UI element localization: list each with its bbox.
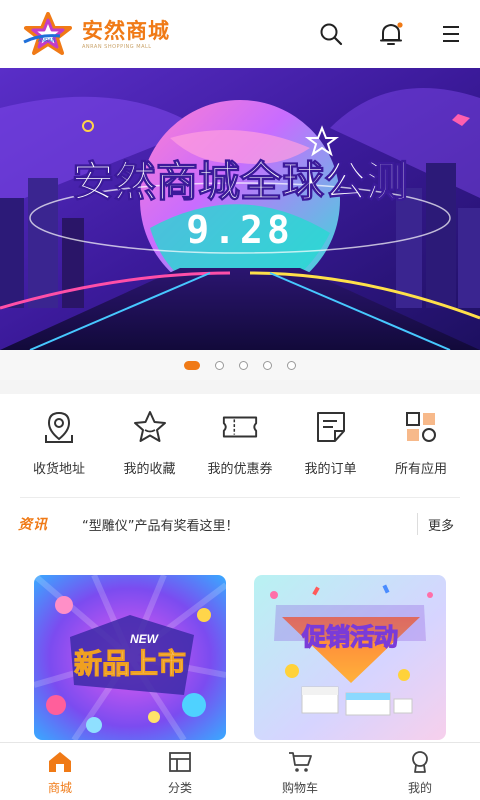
star-icon	[133, 411, 166, 442]
quick-menu: 收货地址 我的收藏 我的优惠券 我的订单 所有应用	[14, 408, 466, 488]
promo-title: 新品上市	[74, 647, 186, 680]
logo-subtitle: ANRAN SHOPPING MALL	[82, 43, 152, 50]
notification-button[interactable]	[378, 21, 404, 47]
sales-artwork: 促销活动	[254, 575, 446, 740]
quick-item-label: 我的订单	[304, 462, 357, 477]
notification-dot	[397, 22, 403, 28]
menu-icon	[443, 26, 459, 42]
carousel-dot[interactable]	[239, 360, 248, 370]
banner-date: 9.28	[186, 208, 294, 252]
carousel-dot[interactable]	[263, 360, 272, 370]
nav-tab-profile[interactable]: 我的	[360, 743, 480, 800]
quick-item-label: 我的收藏	[123, 462, 176, 477]
location-pin-icon	[45, 411, 73, 443]
nav-tab-category[interactable]: 分类	[120, 743, 240, 800]
bottom-nav: 商城 分类 购物车 我的	[0, 742, 480, 800]
nav-label: 我的	[407, 781, 432, 795]
quick-item-label: 所有应用	[394, 462, 447, 477]
carousel-indicator	[0, 350, 480, 380]
profile-icon	[412, 751, 428, 773]
news-ticker[interactable]: 资讯 “型雕仪”产品有奖看这里！ 更多	[0, 507, 480, 541]
divider	[20, 497, 460, 498]
promo-banner[interactable]: 安然商城全球公测 9.28	[0, 68, 480, 350]
banner-headline: 安然商城全球公测	[72, 157, 408, 206]
svg-text:ANRAN: ANRAN	[38, 38, 56, 44]
promo-card-sales[interactable]: 促销活动	[254, 575, 446, 740]
banner-artwork: 安然商城全球公测 9.28	[0, 68, 480, 350]
cart-icon	[289, 752, 312, 772]
promo-title: 促销活动	[301, 623, 398, 651]
nav-tab-home[interactable]: 商城	[0, 743, 120, 800]
news-tag: 资讯	[18, 517, 48, 533]
carousel-dot[interactable]	[215, 360, 224, 370]
news-separator	[417, 513, 418, 535]
apps-icon	[406, 412, 436, 442]
nav-tab-cart[interactable]: 购物车	[240, 743, 360, 800]
coupon-icon	[222, 416, 258, 438]
nav-label: 分类	[167, 781, 192, 795]
news-more-link[interactable]: 更多	[428, 515, 454, 534]
app-screen: ANRAN 安然商城 ANRAN SHOPPING MALL 安然商城全球公测 …	[0, 0, 480, 800]
new-arrivals-artwork: 新品上市 NEW	[34, 575, 226, 740]
category-icon	[169, 752, 191, 772]
order-icon	[316, 412, 345, 442]
section-gap	[0, 380, 480, 394]
carousel-dot[interactable]	[184, 360, 200, 370]
home-icon	[49, 752, 71, 772]
star-logo-icon: ANRAN	[23, 12, 72, 55]
news-headline[interactable]: “型雕仪”产品有奖看这里！	[82, 515, 238, 534]
promo-card-new-arrivals[interactable]: 新品上市 NEW	[34, 575, 226, 740]
quick-item-label: 我的优惠券	[207, 462, 273, 477]
quick-item-coupons[interactable]: 我的优惠券	[195, 408, 285, 488]
quick-item-favorites[interactable]: 我的收藏	[105, 408, 195, 488]
search-button[interactable]	[318, 21, 344, 47]
quick-item-orders[interactable]: 我的订单	[286, 408, 376, 488]
quick-item-all-apps[interactable]: 所有应用	[376, 408, 466, 488]
menu-button[interactable]	[438, 21, 464, 47]
quick-item-address[interactable]: 收货地址	[14, 408, 104, 488]
nav-label: 商城	[47, 781, 72, 795]
bell-icon	[380, 22, 403, 45]
logo: ANRAN 安然商城 ANRAN SHOPPING MALL	[20, 12, 170, 56]
top-header: ANRAN 安然商城 ANRAN SHOPPING MALL	[0, 0, 480, 68]
nav-label: 购物车	[281, 781, 318, 795]
search-icon	[320, 23, 343, 46]
quick-item-label: 收货地址	[32, 462, 85, 477]
logo-title: 安然商城	[82, 18, 170, 43]
carousel-dot[interactable]	[287, 360, 296, 370]
promo-badge: NEW	[130, 632, 160, 646]
